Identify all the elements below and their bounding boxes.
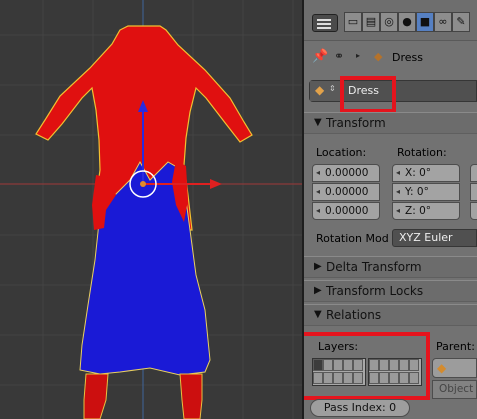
world-tab[interactable]: ● [398,12,416,32]
transform-panel-title: Transform [326,116,386,130]
layers-label: Layers: [318,340,359,353]
rotation-label: Rotation: [397,146,447,159]
editor-type-icon[interactable] [312,14,338,32]
pass-index-value: Pass Index: 0 [323,401,397,414]
context-object-name[interactable]: Dress [392,51,423,64]
object-datablock-selector[interactable]: ◆ ⇕ [310,81,341,101]
properties-editor: ▭ ▤ ◎ ● ■ ∞ ✎ 📌 ⚭ ▸ ◆ Dress ◆ ⇕ Dress ▼ … [304,0,477,419]
scale-x-field[interactable] [470,164,477,182]
render-layers-tab[interactable]: ▤ [362,12,380,32]
relations-panel-header[interactable]: ▼ Relations [304,304,477,326]
collapse-triangle-icon: ▼ [314,309,322,320]
scale-y-field[interactable] [470,183,477,201]
scene-context-icon: ⚭ [334,49,345,63]
parent-object-field[interactable]: ◆ [432,358,477,378]
layers-grid-left[interactable] [312,358,366,386]
expand-triangle-icon: ▶ [314,285,322,296]
scene-icon: ◎ [384,15,394,28]
modifiers-tab[interactable]: ✎ [452,12,470,32]
location-z-field[interactable]: ◂ 0.00000 [312,202,380,220]
delta-transform-title: Delta Transform [326,260,422,274]
object-tab[interactable]: ■ [416,12,434,32]
rotation-mode-dropdown[interactable]: XYZ Euler [392,229,477,247]
transform-locks-title: Transform Locks [326,284,424,298]
delta-transform-panel-header[interactable]: ▶ Delta Transform [304,256,477,278]
render-icon: ▭ [347,15,359,28]
relations-title: Relations [326,308,382,322]
viewport-canvas[interactable] [0,0,302,419]
parent-label: Parent: [436,340,475,353]
scale-z-field[interactable] [470,202,477,220]
collapse-triangle-icon: ▼ [314,117,322,128]
object-cube-icon: ◆ [315,83,325,97]
parent-type-field[interactable]: Object [432,380,477,399]
parent-type-value: Object [439,383,474,395]
constraints-tab[interactable]: ∞ [434,12,452,32]
layers-grid-right[interactable] [368,358,422,386]
layers-icon: ▤ [365,15,377,28]
object-cube-icon: ◆ [374,50,383,63]
pin-icon[interactable]: 📌 [312,49,328,64]
transform-panel-header[interactable]: ▼ Transform [304,112,477,134]
location-y-field[interactable]: ◂ 0.00000 [312,183,380,201]
rotation-y-field[interactable]: ◂ Y: 0° [392,183,460,201]
pass-index-field[interactable]: Pass Index: 0 [310,399,410,417]
location-label: Location: [316,146,367,159]
transform-locks-panel-header[interactable]: ▶ Transform Locks [304,280,477,302]
object-icon: ■ [419,15,431,28]
updown-arrows-icon: ⇕ [329,84,336,93]
object-name-value[interactable]: Dress [348,84,379,97]
rotation-z-field[interactable]: ◂ Z: 0° [392,202,460,220]
breadcrumb-arrow-icon: ▸ [356,51,361,60]
constraints-icon: ∞ [438,15,448,28]
object-cube-icon: ◆ [437,361,447,375]
world-icon: ● [402,15,412,28]
rotation-mode-label: Rotation Mod [316,232,389,245]
scene-tab[interactable]: ◎ [380,12,398,32]
rotation-mode-value: XYZ Euler [399,231,453,244]
properties-header: ▭ ▤ ◎ ● ■ ∞ ✎ [304,0,477,41]
location-x-field[interactable]: ◂ 0.00000 [312,164,380,182]
3d-viewport[interactable] [0,0,302,419]
rotation-x-field[interactable]: ◂ X: 0° [392,164,460,182]
wrench-icon: ✎ [456,15,466,28]
expand-triangle-icon: ▶ [314,261,322,272]
render-tab[interactable]: ▭ [344,12,362,32]
object-name-field[interactable]: ◆ ⇕ Dress [309,80,477,102]
